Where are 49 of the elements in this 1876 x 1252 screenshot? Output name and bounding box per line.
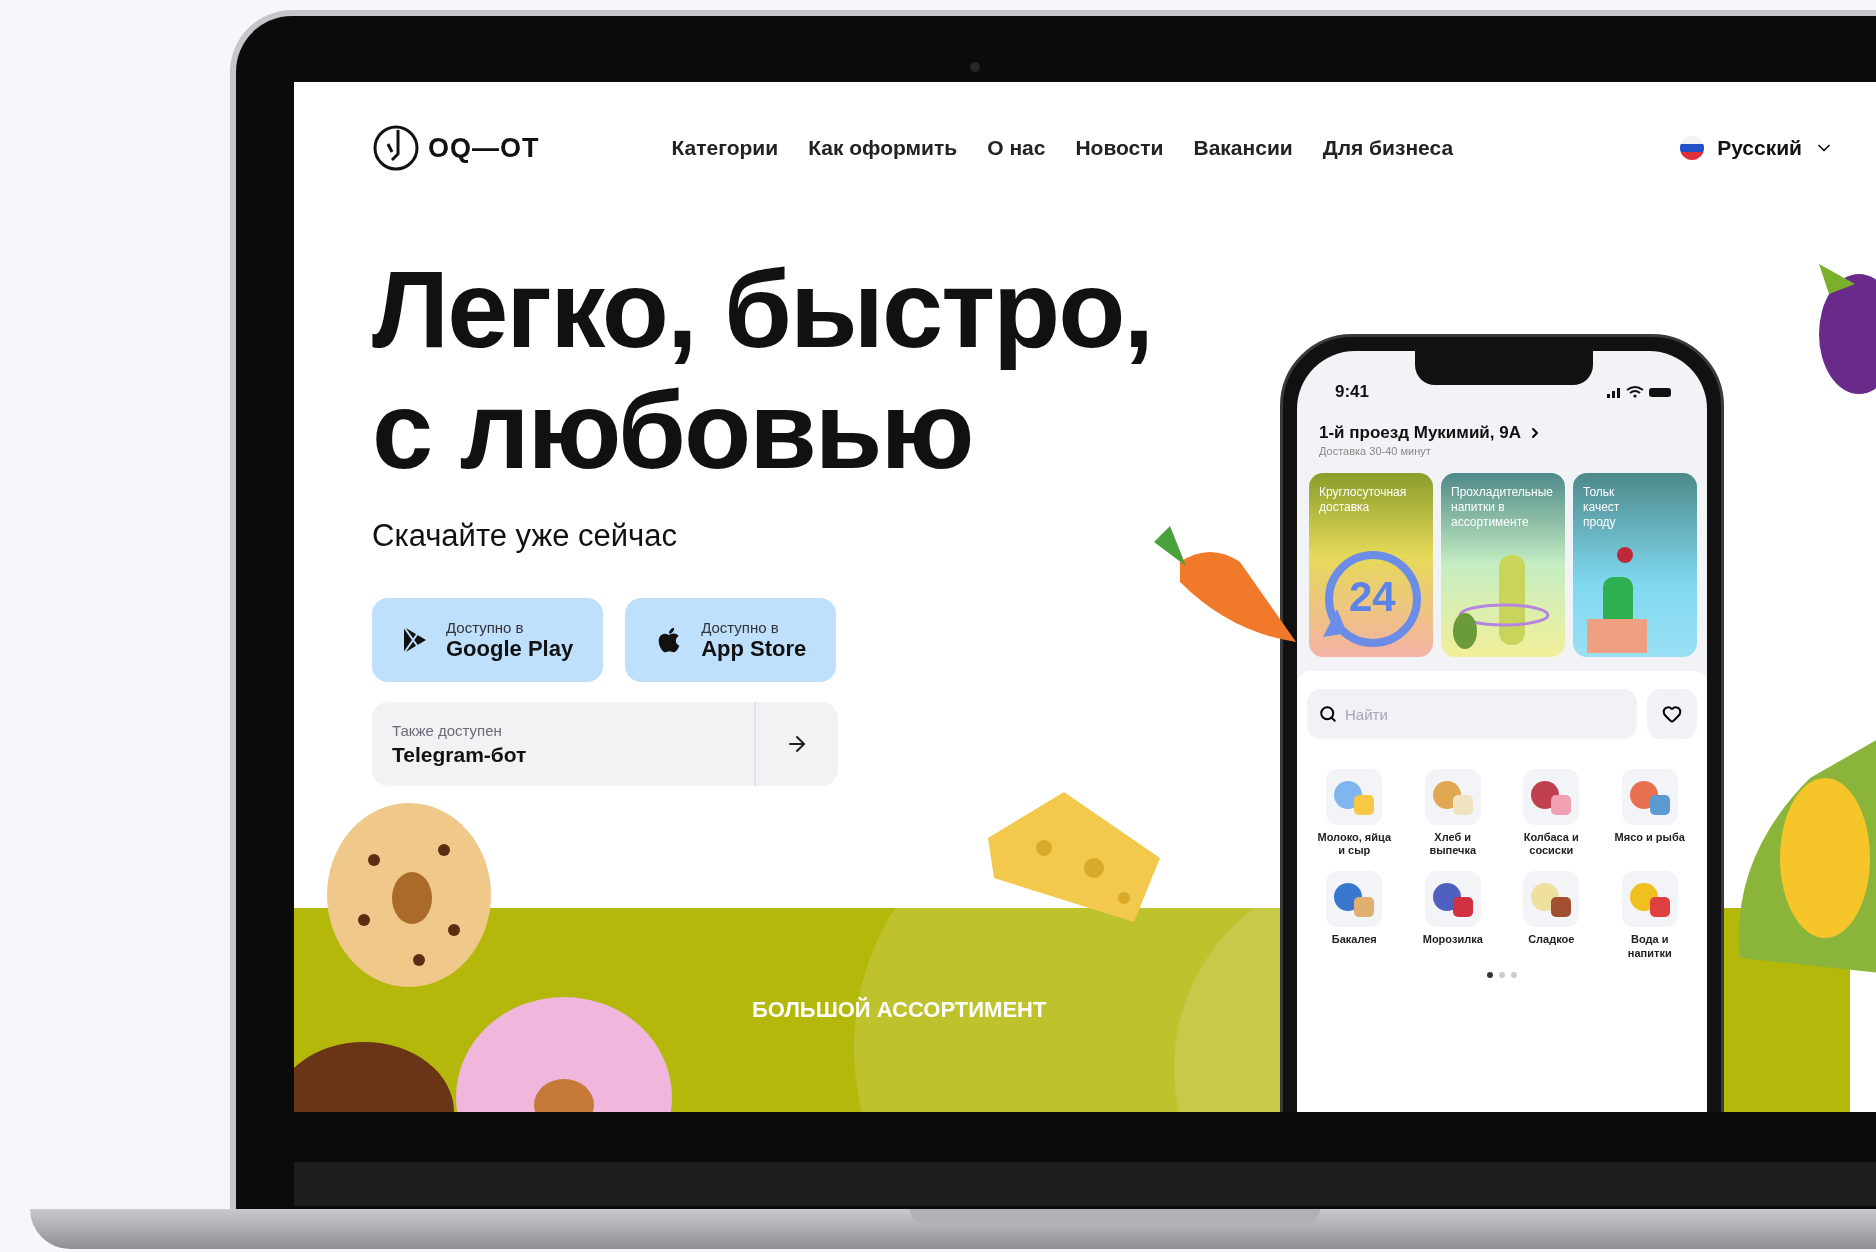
pager-dot[interactable] [1487,971,1493,978]
play-triangle-icon [402,626,428,654]
delivery-time: Доставка 30-40 минут [1318,445,1432,457]
hero-title: с любовью [372,369,973,490]
category-item[interactable]: Молоко, яйца и сыр [1307,769,1402,858]
category-item[interactable]: Морозилка [1405,871,1500,960]
food-icon [1523,871,1580,928]
food-icon [1621,769,1678,825]
category-item[interactable]: Хлеб и выпечка [1405,769,1500,858]
logo-icon [372,124,420,172]
hero-title: Легко, быстро, [372,248,1152,369]
food-icon [1523,769,1580,825]
category-item[interactable]: Бакалея [1307,871,1402,960]
store-button[interactable]: Доступно в Google Play [372,598,604,682]
food-icon [1326,871,1383,928]
nav-link[interactable]: Новости [1075,136,1164,160]
telegram-card[interactable]: Также доступен Telegram-бот [372,702,838,786]
search-icon [1319,705,1337,723]
pager-dot[interactable] [1511,971,1517,978]
telegram-caption: Также доступен [392,721,503,739]
nav-link[interactable]: Для бизнеса [1322,136,1454,160]
hero-subtitle: Скачайте уже сейчас [372,518,677,554]
banner-text: БОЛЬШОЙ АССОРТИМЕНТ [752,997,1047,1023]
nav-link[interactable]: О нас [987,136,1046,160]
category-item[interactable]: Колбаса и сосиски [1504,769,1599,858]
store-button[interactable]: Доступно в App Store [625,598,837,682]
search-field[interactable]: Найти [1307,689,1637,739]
pager-dot[interactable] [1499,971,1505,978]
telegram-name: Telegram-бот [392,742,528,767]
logo-text[interactable]: OQ—OT [428,132,540,164]
nav-link[interactable]: Как оформить [808,136,958,160]
heart-icon [1662,704,1682,724]
flag-icon [1679,135,1706,161]
nav-link[interactable]: Вакансии [1193,136,1293,160]
status-time: 9:41 [1335,382,1370,402]
favorites-button[interactable] [1647,689,1697,739]
food-icon [1424,871,1481,928]
food-icon [1621,871,1678,928]
nav-link[interactable]: Категории [671,136,779,160]
category-item[interactable]: Сладкое [1504,871,1599,960]
language-selector[interactable]: Русский [1673,134,1840,162]
status-icons-drawing [1607,385,1673,399]
food-icon [1326,769,1383,825]
camera-icon [970,62,980,72]
category-item[interactable]: Вода и напитки [1602,871,1697,960]
address-text[interactable]: 1-й проезд Мукимий, 9А [1319,423,1521,443]
category-item[interactable]: Мясо и рыба [1602,769,1697,858]
food-icon [1424,769,1481,825]
promo-number: 24 [1349,573,1396,621]
